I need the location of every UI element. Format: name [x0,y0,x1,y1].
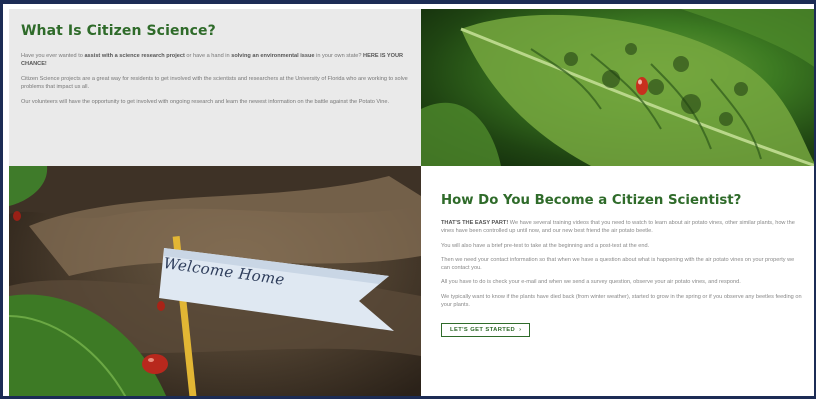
intro-p1-text-mid: or have a hand in [184,53,232,59]
get-started-label: LET'S GET STARTED [450,327,516,334]
content-grid: What Is Citizen Science? Have you ever w… [9,9,814,396]
intro-p1-bold-2: solving an environmental issue [231,53,315,59]
intro-paragraph-3: Our volunteers will have the opportunity… [21,98,390,105]
become-title: How Do You Become a Citizen Scientist? [441,193,742,208]
leaf-beetle-image [421,9,814,166]
intro-p1-text: Have you ever wanted to [21,53,85,59]
welcome-home-illustration [9,166,421,396]
get-started-button[interactable]: LET'S GET STARTED › [441,323,531,338]
become-panel: How Do You Become a Citizen Scientist? T… [421,166,814,396]
become-paragraph-1: THAT'S THE EASY PART! We have several tr… [441,219,803,236]
intro-p1-bold-1: assist with a science research project [84,53,185,59]
become-paragraph-5: We typically want to know if the plants … [441,293,802,309]
intro-panel: What Is Citizen Science? Have you ever w… [9,9,421,166]
intro-paragraph-1: Have you ever wanted to assist with a sc… [21,52,409,69]
page-frame: What Is Citizen Science? Have you ever w… [0,0,816,399]
welcome-home-image [9,166,421,396]
intro-p1-text-post: in your own state? [314,53,364,59]
become-paragraph-4: All you have to do is check your e-mail … [441,279,741,286]
chevron-right-icon: › [519,327,522,334]
intro-title: What Is Citizen Science? [21,23,216,39]
become-paragraph-2: You will also have a brief pre-test to t… [441,242,650,249]
become-paragraph-3: Then we need your contact information so… [441,256,795,272]
leaf-beetle-illustration [421,9,814,166]
intro-paragraph-2: Citizen Science projects are a great way… [21,75,408,91]
become-p1-bold: THAT'S THE EASY PART! [441,220,509,226]
